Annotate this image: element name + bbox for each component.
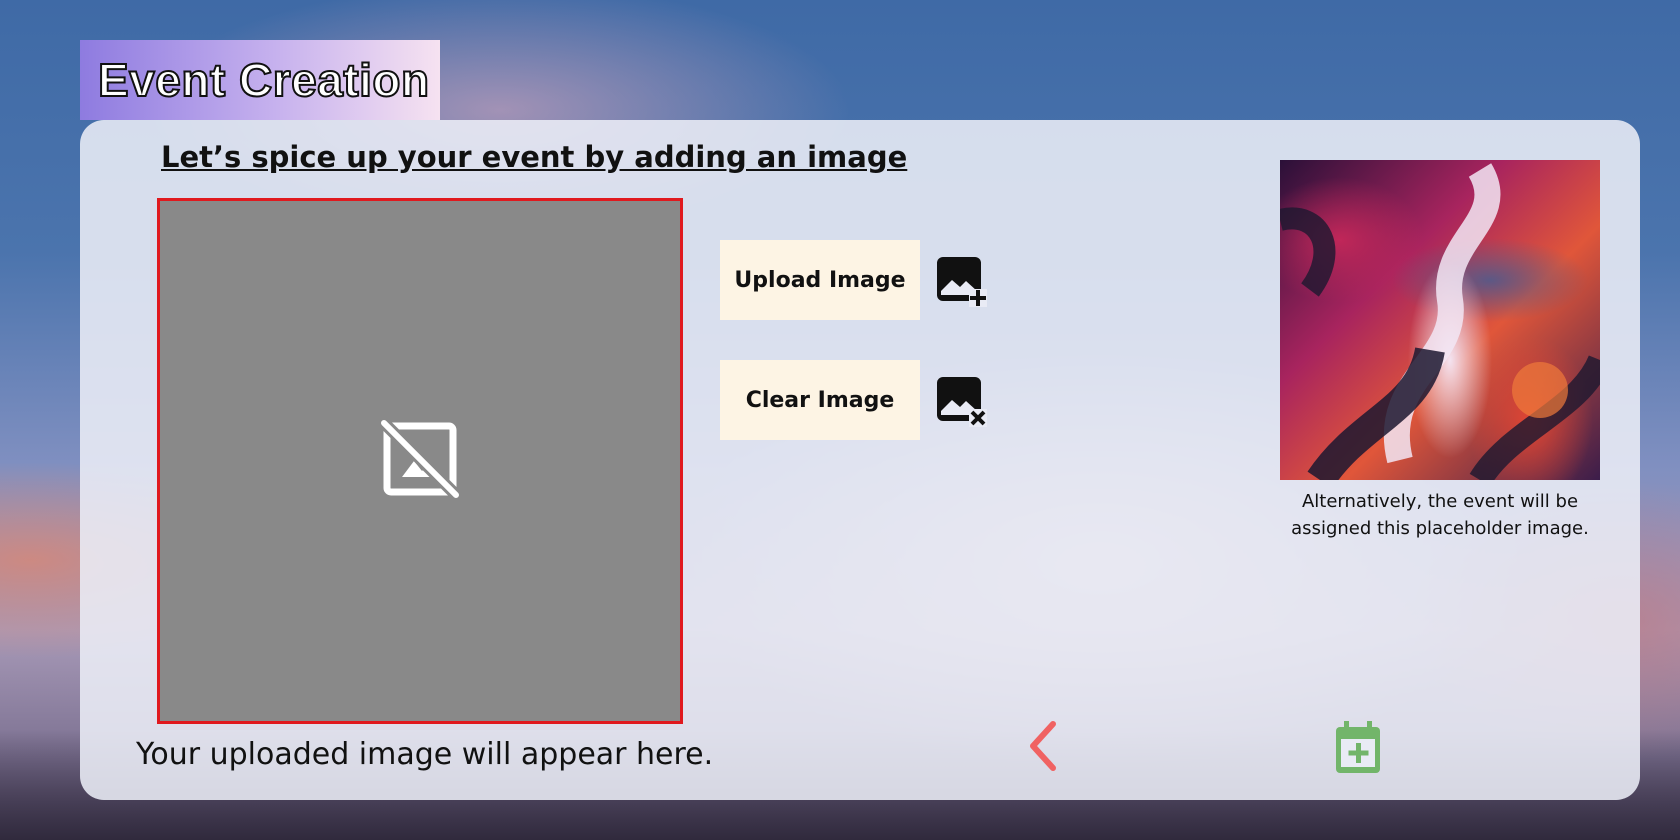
clear-image-button[interactable]: Clear Image: [720, 360, 920, 440]
calendar-add-icon: [1334, 720, 1382, 780]
section-heading: Let’s spice up your event by adding an i…: [161, 140, 908, 174]
placeholder-caption: Alternatively, the event will be assigne…: [1291, 491, 1589, 539]
placeholder-image: [1280, 160, 1600, 480]
back-button[interactable]: [1015, 720, 1071, 776]
image-not-supported-icon: [379, 418, 461, 504]
page-title: Event Creation: [97, 53, 430, 107]
preview-caption: Your uploaded image will appear here.: [136, 737, 714, 772]
create-event-button[interactable]: [1332, 720, 1384, 780]
remove-photo-icon[interactable]: [935, 375, 987, 427]
image-preview-area: [157, 198, 683, 724]
add-photo-icon[interactable]: [935, 255, 987, 307]
main-panel: Let’s spice up your event by adding an i…: [80, 120, 1640, 800]
chevron-left-icon: [1023, 718, 1063, 779]
title-tab: Event Creation: [80, 40, 440, 120]
upload-image-button[interactable]: Upload Image: [720, 240, 920, 320]
